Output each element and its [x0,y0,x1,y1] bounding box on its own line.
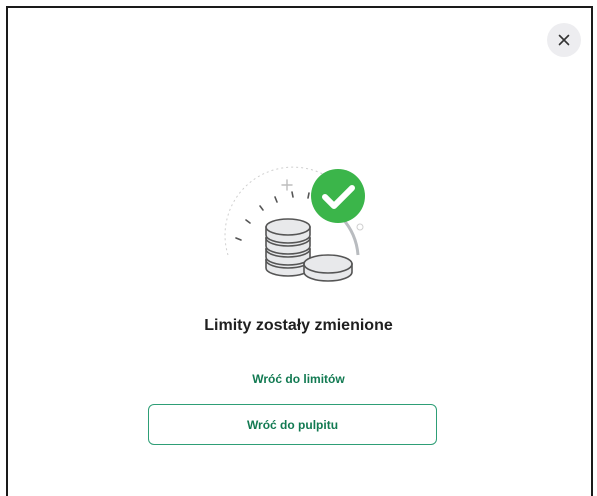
page-title: Limity zostały zmienione [204,317,393,334]
close-button[interactable] [547,23,581,57]
back-to-dashboard-label: Wróć do pulpitu [246,417,339,432]
back-to-limits-link[interactable]: Wróć do limitów [0,372,597,386]
coins-success-icon [224,166,365,282]
back-to-dashboard-button[interactable]: Wróć do pulpitu [148,404,437,445]
close-icon [558,34,570,46]
